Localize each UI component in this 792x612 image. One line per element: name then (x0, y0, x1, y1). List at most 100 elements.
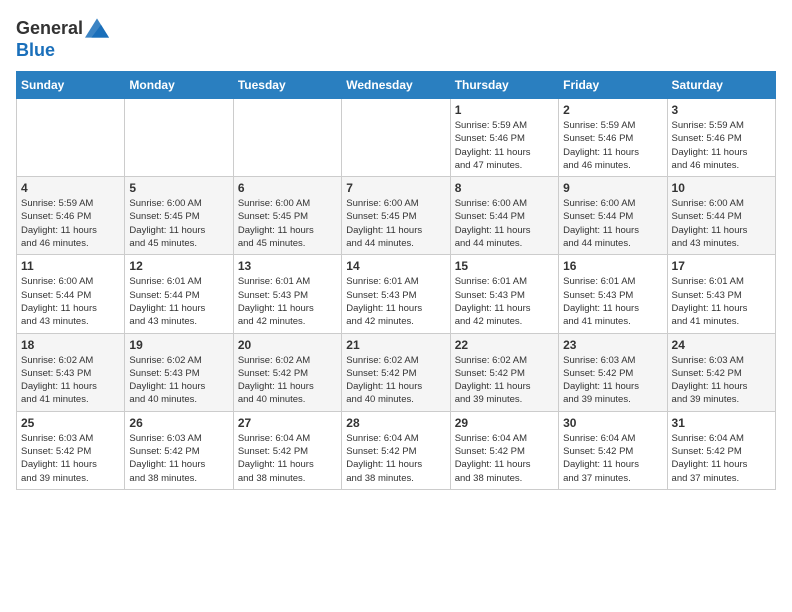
weekday-header-saturday: Saturday (667, 72, 775, 99)
day-number: 26 (129, 416, 228, 430)
calendar-cell: 14 Sunrise: 6:01 AM Sunset: 5:43 PM Dayli… (342, 255, 450, 333)
weekday-header-monday: Monday (125, 72, 233, 99)
day-number: 2 (563, 103, 662, 117)
logo-general-text: General (16, 18, 83, 39)
weekday-header-tuesday: Tuesday (233, 72, 341, 99)
calendar-cell: 21Sunrise: 6:02 AM Sunset: 5:42 PM Dayli… (342, 333, 450, 411)
day-info: Sunrise: 6:00 AM Sunset: 5:44 PM Dayligh… (455, 197, 554, 250)
day-info: Sunrise: 6:03 AM Sunset: 5:42 PM Dayligh… (129, 432, 228, 485)
day-number: 19 (129, 338, 228, 352)
calendar-cell (17, 99, 125, 177)
calendar-cell: 25 Sunrise: 6:03 AM Sunset: 5:42 PM Dayli… (17, 411, 125, 489)
page-header: General Blue (16, 16, 776, 61)
calendar-cell: 11 Sunrise: 6:00 AM Sunset: 5:44 PM Dayli… (17, 255, 125, 333)
day-info: Sunrise: 6:01 AM Sunset: 5:44 PM Dayligh… (129, 275, 228, 328)
calendar-cell: 29 Sunrise: 6:04 AM Sunset: 5:42 PM Dayli… (450, 411, 558, 489)
day-number: 6 (238, 181, 337, 195)
day-number: 12 (129, 259, 228, 273)
day-number: 11 (21, 259, 120, 273)
day-number: 23 (563, 338, 662, 352)
day-info: Sunrise: 6:00 AM Sunset: 5:44 PM Dayligh… (563, 197, 662, 250)
day-info: Sunrise: 5:59 AM Sunset: 5:46 PM Dayligh… (455, 119, 554, 172)
day-number: 28 (346, 416, 445, 430)
calendar-cell: 19 Sunrise: 6:02 AM Sunset: 5:43 PM Dayli… (125, 333, 233, 411)
day-info: Sunrise: 6:02 AM Sunset: 5:42 PM Dayligh… (455, 354, 554, 407)
day-number: 29 (455, 416, 554, 430)
calendar-cell: 20 Sunrise: 6:02 AM Sunset: 5:42 PM Dayli… (233, 333, 341, 411)
calendar-cell: 22 Sunrise: 6:02 AM Sunset: 5:42 PM Dayli… (450, 333, 558, 411)
day-info: Sunrise: 6:04 AM Sunset: 5:42 PM Dayligh… (455, 432, 554, 485)
day-number: 9 (563, 181, 662, 195)
logo-icon (85, 16, 109, 40)
calendar-cell: 6 Sunrise: 6:00 AM Sunset: 5:45 PM Daylig… (233, 177, 341, 255)
day-info: Sunrise: 6:02 AM Sunset: 5:42 PM Dayligh… (238, 354, 337, 407)
day-number: 7 (346, 181, 445, 195)
day-info: Sunrise: 6:01 AM Sunset: 5:43 PM Dayligh… (346, 275, 445, 328)
day-number: 14 (346, 259, 445, 273)
day-info: Sunrise: 6:03 AM Sunset: 5:42 PM Dayligh… (21, 432, 120, 485)
calendar-cell: 30 Sunrise: 6:04 AM Sunset: 5:42 PM Dayli… (559, 411, 667, 489)
weekday-header-sunday: Sunday (17, 72, 125, 99)
day-number: 16 (563, 259, 662, 273)
weekday-header-wednesday: Wednesday (342, 72, 450, 99)
day-info: Sunrise: 6:04 AM Sunset: 5:42 PM Dayligh… (563, 432, 662, 485)
day-number: 5 (129, 181, 228, 195)
calendar-cell (342, 99, 450, 177)
calendar-cell: 31Sunrise: 6:04 AM Sunset: 5:42 PM Dayli… (667, 411, 775, 489)
calendar-cell: 3Sunrise: 5:59 AM Sunset: 5:46 PM Daylig… (667, 99, 775, 177)
day-number: 17 (672, 259, 771, 273)
calendar-week-row: 18 Sunrise: 6:02 AM Sunset: 5:43 PM Dayli… (17, 333, 776, 411)
day-info: Sunrise: 6:03 AM Sunset: 5:42 PM Dayligh… (672, 354, 771, 407)
calendar-table: SundayMondayTuesdayWednesdayThursdayFrid… (16, 71, 776, 490)
day-number: 15 (455, 259, 554, 273)
day-info: Sunrise: 6:02 AM Sunset: 5:42 PM Dayligh… (346, 354, 445, 407)
calendar-week-row: 1 Sunrise: 5:59 AM Sunset: 5:46 PM Daylig… (17, 99, 776, 177)
calendar-cell: 26 Sunrise: 6:03 AM Sunset: 5:42 PM Dayli… (125, 411, 233, 489)
day-info: Sunrise: 6:02 AM Sunset: 5:43 PM Dayligh… (129, 354, 228, 407)
day-info: Sunrise: 6:04 AM Sunset: 5:42 PM Dayligh… (672, 432, 771, 485)
day-number: 27 (238, 416, 337, 430)
calendar-cell: 16 Sunrise: 6:01 AM Sunset: 5:43 PM Dayli… (559, 255, 667, 333)
weekday-header-friday: Friday (559, 72, 667, 99)
day-info: Sunrise: 6:01 AM Sunset: 5:43 PM Dayligh… (238, 275, 337, 328)
calendar-cell: 23Sunrise: 6:03 AM Sunset: 5:42 PM Dayli… (559, 333, 667, 411)
calendar-cell: 15 Sunrise: 6:01 AM Sunset: 5:43 PM Dayli… (450, 255, 558, 333)
day-info: Sunrise: 6:04 AM Sunset: 5:42 PM Dayligh… (346, 432, 445, 485)
day-info: Sunrise: 6:00 AM Sunset: 5:45 PM Dayligh… (346, 197, 445, 250)
logo-blue-text: Blue (16, 40, 55, 61)
day-number: 13 (238, 259, 337, 273)
day-number: 8 (455, 181, 554, 195)
day-number: 20 (238, 338, 337, 352)
calendar-cell: 12 Sunrise: 6:01 AM Sunset: 5:44 PM Dayli… (125, 255, 233, 333)
calendar-cell: 1 Sunrise: 5:59 AM Sunset: 5:46 PM Daylig… (450, 99, 558, 177)
logo: General Blue (16, 16, 109, 61)
day-number: 30 (563, 416, 662, 430)
day-info: Sunrise: 6:01 AM Sunset: 5:43 PM Dayligh… (455, 275, 554, 328)
day-number: 18 (21, 338, 120, 352)
day-number: 24 (672, 338, 771, 352)
weekday-header-thursday: Thursday (450, 72, 558, 99)
calendar-cell: 18Sunrise: 6:02 AM Sunset: 5:43 PM Dayli… (17, 333, 125, 411)
day-info: Sunrise: 6:00 AM Sunset: 5:44 PM Dayligh… (21, 275, 120, 328)
calendar-week-row: 11 Sunrise: 6:00 AM Sunset: 5:44 PM Dayli… (17, 255, 776, 333)
day-info: Sunrise: 6:00 AM Sunset: 5:45 PM Dayligh… (238, 197, 337, 250)
calendar-cell: 7 Sunrise: 6:00 AM Sunset: 5:45 PM Daylig… (342, 177, 450, 255)
day-info: Sunrise: 5:59 AM Sunset: 5:46 PM Dayligh… (21, 197, 120, 250)
calendar-cell: 2 Sunrise: 5:59 AM Sunset: 5:46 PM Daylig… (559, 99, 667, 177)
calendar-cell: 17Sunrise: 6:01 AM Sunset: 5:43 PM Dayli… (667, 255, 775, 333)
calendar-cell: 24 Sunrise: 6:03 AM Sunset: 5:42 PM Dayli… (667, 333, 775, 411)
calendar-cell: 10Sunrise: 6:00 AM Sunset: 5:44 PM Dayli… (667, 177, 775, 255)
day-info: Sunrise: 6:01 AM Sunset: 5:43 PM Dayligh… (563, 275, 662, 328)
calendar-cell (233, 99, 341, 177)
calendar-cell: 13 Sunrise: 6:01 AM Sunset: 5:43 PM Dayli… (233, 255, 341, 333)
day-number: 25 (21, 416, 120, 430)
day-info: Sunrise: 5:59 AM Sunset: 5:46 PM Dayligh… (563, 119, 662, 172)
day-number: 3 (672, 103, 771, 117)
day-number: 1 (455, 103, 554, 117)
day-number: 22 (455, 338, 554, 352)
day-number: 10 (672, 181, 771, 195)
calendar-cell: 9 Sunrise: 6:00 AM Sunset: 5:44 PM Daylig… (559, 177, 667, 255)
calendar-cell: 8 Sunrise: 6:00 AM Sunset: 5:44 PM Daylig… (450, 177, 558, 255)
calendar-week-row: 4 Sunrise: 5:59 AM Sunset: 5:46 PM Daylig… (17, 177, 776, 255)
day-number: 4 (21, 181, 120, 195)
